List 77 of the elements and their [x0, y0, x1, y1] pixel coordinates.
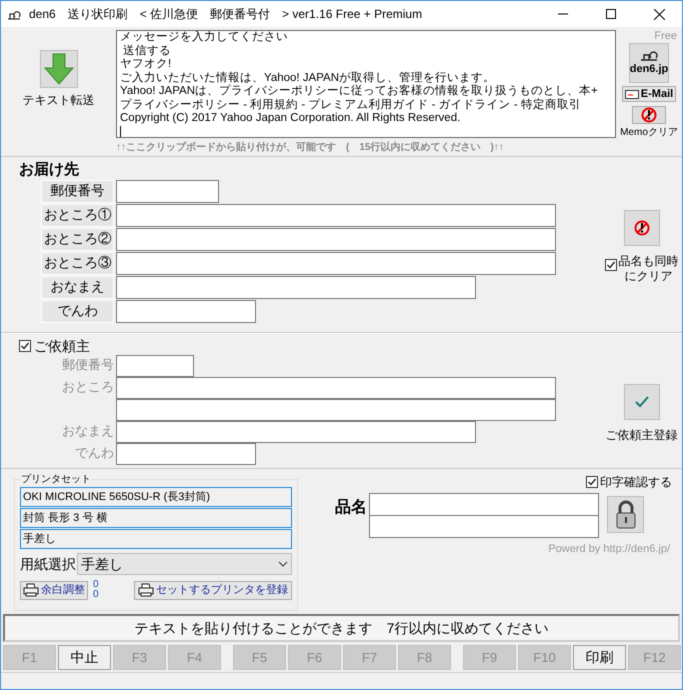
register-printer-button[interactable]: セットするプリンタを登録 [134, 580, 292, 600]
memo-line: Copyright (C) 2017 Yahoo Japan Corporation. All Rights Reserved. [120, 112, 462, 126]
memo-line: ヤフオク! [120, 58, 172, 72]
function-key[interactable]: 中止 [58, 645, 111, 670]
text-field[interactable] [116, 180, 219, 203]
message-bar: テキストを貼り付けることができます 7行以内に収めてください [3, 614, 680, 642]
clear-icon [634, 220, 650, 236]
register-sender-label: ご依頼主登録 [606, 427, 678, 444]
print-confirm-label: 印字確認する [600, 474, 672, 491]
item-name-field[interactable] [369, 493, 599, 516]
margin-value: 0 [93, 590, 99, 600]
paste-hint: ↑↑ここクリップボードから貼り付けが、可能です ( 15行以内に収めてください )↑↑ [116, 140, 505, 155]
margin-button[interactable]: 余白調整 [20, 580, 88, 600]
field-label: でんわ [75, 444, 114, 462]
site-button[interactable]: den6.jp [629, 43, 669, 83]
paper-label: 用紙選択 [20, 554, 76, 574]
app-logo-icon [640, 48, 658, 61]
text-field[interactable] [116, 228, 556, 251]
text-field[interactable] [116, 204, 556, 227]
envelope-icon [624, 90, 639, 98]
powered-by-text: Powerd by http://den6.jp/ [548, 542, 670, 557]
item-name-field[interactable] [369, 515, 599, 538]
memo-clear-button[interactable] [632, 106, 666, 124]
lock-button[interactable] [607, 496, 644, 533]
item-name-label: 品名 [335, 498, 367, 518]
app-icon [7, 8, 21, 20]
padlock-icon [614, 500, 636, 530]
checkbox[interactable] [586, 476, 598, 488]
text-field[interactable] [116, 252, 556, 275]
printer-setting: OKI MICROLINE 5650SU-R (長3封筒) [20, 487, 292, 507]
paper-select[interactable]: 手差し [77, 553, 292, 575]
field-label: おなまえ [62, 422, 114, 440]
field-label: おなまえ [41, 276, 114, 299]
maximize-icon[interactable] [606, 9, 616, 19]
field-label: 郵便番号 [41, 180, 114, 203]
clear-button[interactable] [624, 210, 660, 246]
checkbox[interactable] [19, 340, 31, 352]
text-field[interactable] [116, 300, 256, 323]
clear-icon [641, 107, 657, 123]
window-title: den6 送り状印刷 < 佐川急便 郵便番号付 > ver1.16 Free + Premium [29, 6, 424, 23]
text-field[interactable] [116, 421, 476, 443]
checkbox[interactable] [604, 259, 616, 271]
text-field[interactable] [116, 443, 256, 465]
field-label: おところ② [41, 228, 114, 251]
text-field[interactable] [116, 355, 194, 377]
field-label: おところ③ [41, 252, 114, 275]
transfer-label: テキスト転送 [22, 92, 94, 109]
function-key[interactable]: 印刷 [573, 645, 626, 670]
memo-area[interactable] [116, 30, 616, 138]
printer-icon [138, 583, 154, 597]
margin-value: 0 [93, 580, 99, 590]
field-label: 郵便番号 [62, 356, 114, 374]
field-label: おところ [62, 378, 114, 396]
recipient-heading: お届け先 [19, 160, 80, 180]
printer-setting: 封筒 長形 3 号 横 [20, 508, 292, 528]
memo-line: ご入力いただいた情報は、Yahoo! JAPANが取得し、管理を行います。 [120, 72, 496, 84]
field-label: でんわ [41, 300, 114, 323]
sender-label: ご依頼主 [34, 336, 90, 356]
text-field[interactable] [116, 377, 556, 399]
memo-line: 送信する [122, 44, 172, 58]
close-icon[interactable] [654, 8, 665, 20]
down-arrow-icon [44, 53, 74, 85]
chevron-down-icon [278, 561, 288, 567]
email-button[interactable]: E-Mail [622, 86, 676, 102]
check-icon [634, 396, 648, 408]
field-label: おところ① [41, 204, 114, 227]
memo-clear-label: Memoクリア [620, 126, 678, 140]
text-field[interactable] [116, 399, 556, 421]
printer-icon [23, 583, 39, 597]
free-label: Free [654, 29, 677, 44]
printer-setting: 手差し [20, 529, 292, 549]
memo-line: プライバシーポリシー - 利用規約 - プレミアム利用ガイド - ガイドライン - 特定商取引 [120, 98, 582, 112]
register-sender-button[interactable] [624, 384, 660, 420]
memo-line: Yahoo! JAPANは、プライバシーポリシーに従ってお客様の情報を取り扱うものとし、本+ [120, 85, 599, 98]
clear-item-label: 品名も同時 にクリア [618, 254, 678, 284]
transfer-button[interactable] [40, 50, 78, 88]
text-field[interactable] [116, 276, 476, 299]
